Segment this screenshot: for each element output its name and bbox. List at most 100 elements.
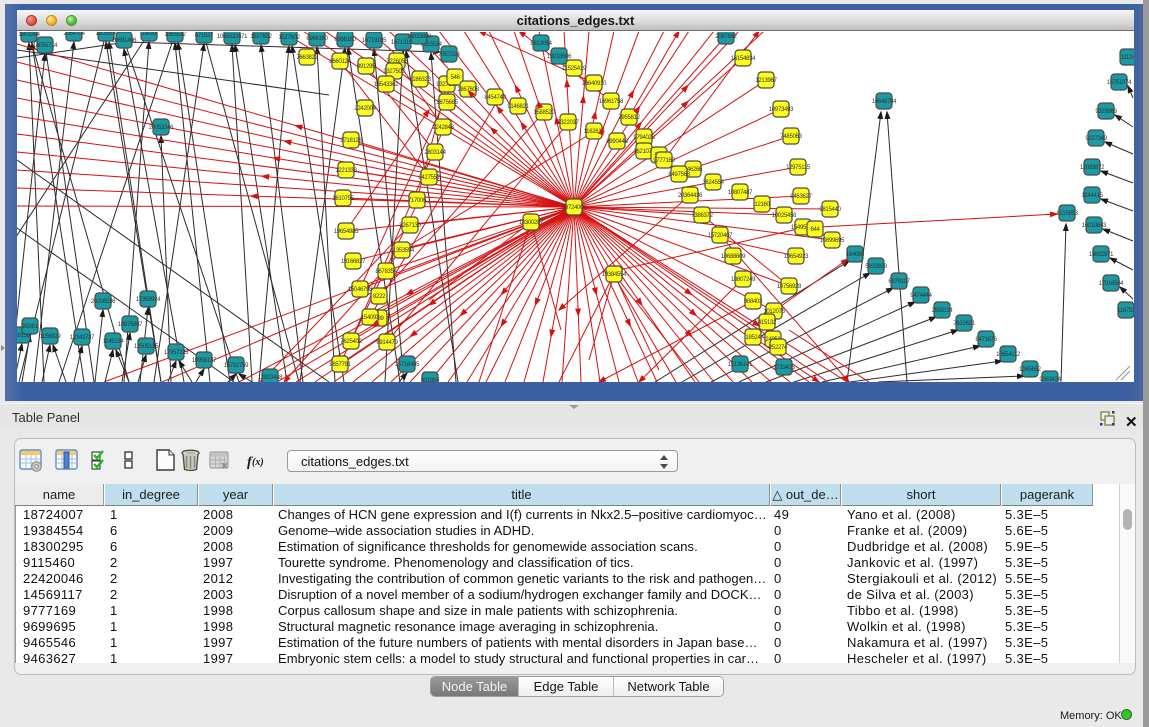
svg-text:9777169: 9777169 [653, 158, 675, 164]
svg-text:891295: 891295 [357, 64, 376, 70]
svg-text:252274: 252274 [769, 345, 788, 351]
svg-text:546: 546 [450, 75, 460, 81]
svg-text:16210643: 16210643 [1082, 223, 1107, 229]
svg-text:7625402: 7625402 [340, 339, 362, 345]
svg-text:12505135: 12505135 [134, 344, 159, 350]
svg-text:8454749: 8454749 [484, 95, 506, 101]
svg-text:15751074: 15751074 [1107, 80, 1132, 86]
svg-text:10899695: 10899695 [820, 238, 845, 244]
svg-text:9857791: 9857791 [329, 362, 351, 368]
svg-text:11353594: 11353594 [390, 248, 415, 254]
svg-text:7663822: 7663822 [296, 55, 318, 61]
svg-text:2803144: 2803144 [424, 150, 446, 156]
svg-text:20206536: 20206536 [91, 299, 116, 305]
svg-text:1588520: 1588520 [533, 110, 555, 116]
svg-text:17957225: 17957225 [164, 350, 189, 356]
svg-text:2064704: 2064704 [63, 32, 85, 37]
svg-text:8322037: 8322037 [557, 120, 579, 126]
svg-text:10975887: 10975887 [118, 322, 143, 328]
svg-text:15692971: 15692971 [1089, 252, 1114, 258]
svg-text:19384554: 19384554 [602, 272, 627, 278]
svg-text:6879197: 6879197 [888, 279, 910, 285]
svg-text:3875685: 3875685 [436, 100, 458, 106]
svg-text:18524: 18524 [745, 335, 761, 341]
svg-text:116753: 116753 [1117, 308, 1134, 314]
svg-text:8660124: 8660124 [329, 59, 351, 65]
svg-text:1610755: 1610755 [332, 196, 354, 202]
svg-text:6497568: 6497568 [668, 172, 690, 178]
svg-text:8215953: 8215953 [1056, 211, 1078, 217]
svg-text:19218506: 19218506 [547, 54, 572, 60]
svg-text:644: 644 [810, 227, 820, 233]
svg-text:10688609: 10688609 [721, 254, 746, 260]
svg-text:12342737: 12342737 [70, 335, 95, 341]
svg-text:18724007: 18724007 [562, 205, 587, 211]
svg-text:1733426: 1733426 [773, 365, 795, 371]
svg-text:2718126: 2718126 [340, 138, 362, 144]
svg-text:1527602: 1527602 [250, 34, 272, 40]
svg-text:1527602: 1527602 [278, 35, 300, 41]
svg-text:12923448: 12923448 [258, 375, 283, 381]
svg-text:18807249: 18807249 [731, 277, 756, 283]
svg-text:2867608: 2867608 [457, 87, 479, 93]
svg-text:10756928: 10756928 [777, 284, 802, 290]
svg-text:5933928: 5933928 [865, 264, 887, 270]
svg-text:1145134: 1145134 [103, 339, 125, 345]
svg-text:164095: 164095 [846, 252, 865, 258]
svg-text:11525419: 11525419 [562, 66, 587, 72]
svg-text:9329966: 9329966 [1095, 109, 1117, 115]
svg-text:19033: 19033 [141, 32, 157, 37]
svg-text:2242004: 2242004 [354, 106, 376, 112]
svg-text:717006: 717006 [408, 198, 427, 204]
svg-text:18300287: 18300287 [519, 220, 544, 226]
svg-text:9327503: 9327503 [383, 69, 405, 75]
svg-text:8990448: 8990448 [606, 139, 628, 145]
svg-text:8471676: 8471676 [975, 337, 997, 343]
svg-text:15720407: 15720407 [708, 233, 733, 239]
svg-text:1905504: 1905504 [95, 32, 117, 37]
svg-text:15046798: 15046798 [348, 287, 373, 293]
svg-text:9227349: 9227349 [1085, 136, 1107, 142]
svg-text:2935114: 2935114 [932, 308, 954, 314]
svg-text:11124: 11124 [1121, 55, 1134, 61]
svg-text:8813054: 8813054 [530, 41, 552, 47]
svg-text:19166827: 19166827 [341, 259, 366, 265]
svg-text:9463627: 9463627 [790, 194, 812, 200]
svg-text:14055714: 14055714 [33, 43, 58, 49]
svg-text:17359924: 17359924 [136, 297, 161, 303]
svg-text:15136141: 15136141 [728, 362, 753, 368]
svg-text:9794028: 9794028 [633, 135, 655, 141]
svg-text:1065532: 1065532 [164, 32, 186, 38]
svg-text:10958137: 10958137 [192, 358, 217, 364]
svg-text:10807487: 10807487 [728, 190, 753, 196]
svg-text:415132: 415132 [758, 320, 777, 326]
svg-text:16648784: 16648784 [872, 99, 897, 105]
svg-text:20364436: 20364436 [678, 193, 703, 199]
svg-text:12975115: 12975115 [786, 165, 811, 171]
svg-text:15716485: 15716485 [395, 362, 420, 368]
svg-text:2087682: 2087682 [715, 34, 737, 40]
svg-text:9245652: 9245652 [1019, 367, 1041, 373]
svg-text:8222: 8222 [373, 294, 386, 300]
svg-text:8186323: 8186323 [409, 77, 431, 83]
svg-text:19654985: 19654985 [334, 229, 359, 235]
svg-text:17016504: 17016504 [1099, 281, 1124, 287]
svg-text:20691406: 20691406 [112, 38, 137, 44]
svg-text:7485063: 7485063 [780, 134, 802, 140]
svg-text:9383424: 9383424 [1039, 377, 1061, 382]
svg-text:19654923: 19654923 [784, 254, 809, 260]
svg-text:1903394: 1903394 [18, 32, 40, 38]
svg-text:10654112: 10654112 [996, 352, 1021, 358]
svg-text:7357224: 7357224 [438, 52, 460, 58]
svg-text:9474444: 9474444 [910, 293, 932, 299]
svg-text:154093: 154093 [361, 315, 380, 321]
svg-text:6966160: 6966160 [334, 37, 356, 43]
svg-text:20053346: 20053346 [149, 125, 174, 131]
svg-text:7955812: 7955812 [618, 115, 640, 121]
svg-text:10719185: 10719185 [362, 38, 387, 44]
svg-text:10973493: 10973493 [769, 107, 794, 113]
svg-text:671527: 671527 [195, 33, 214, 39]
svg-text:7386372: 7386372 [691, 213, 713, 219]
svg-text:6914479: 6914479 [376, 340, 398, 346]
svg-text:16543362: 16543362 [374, 82, 399, 88]
